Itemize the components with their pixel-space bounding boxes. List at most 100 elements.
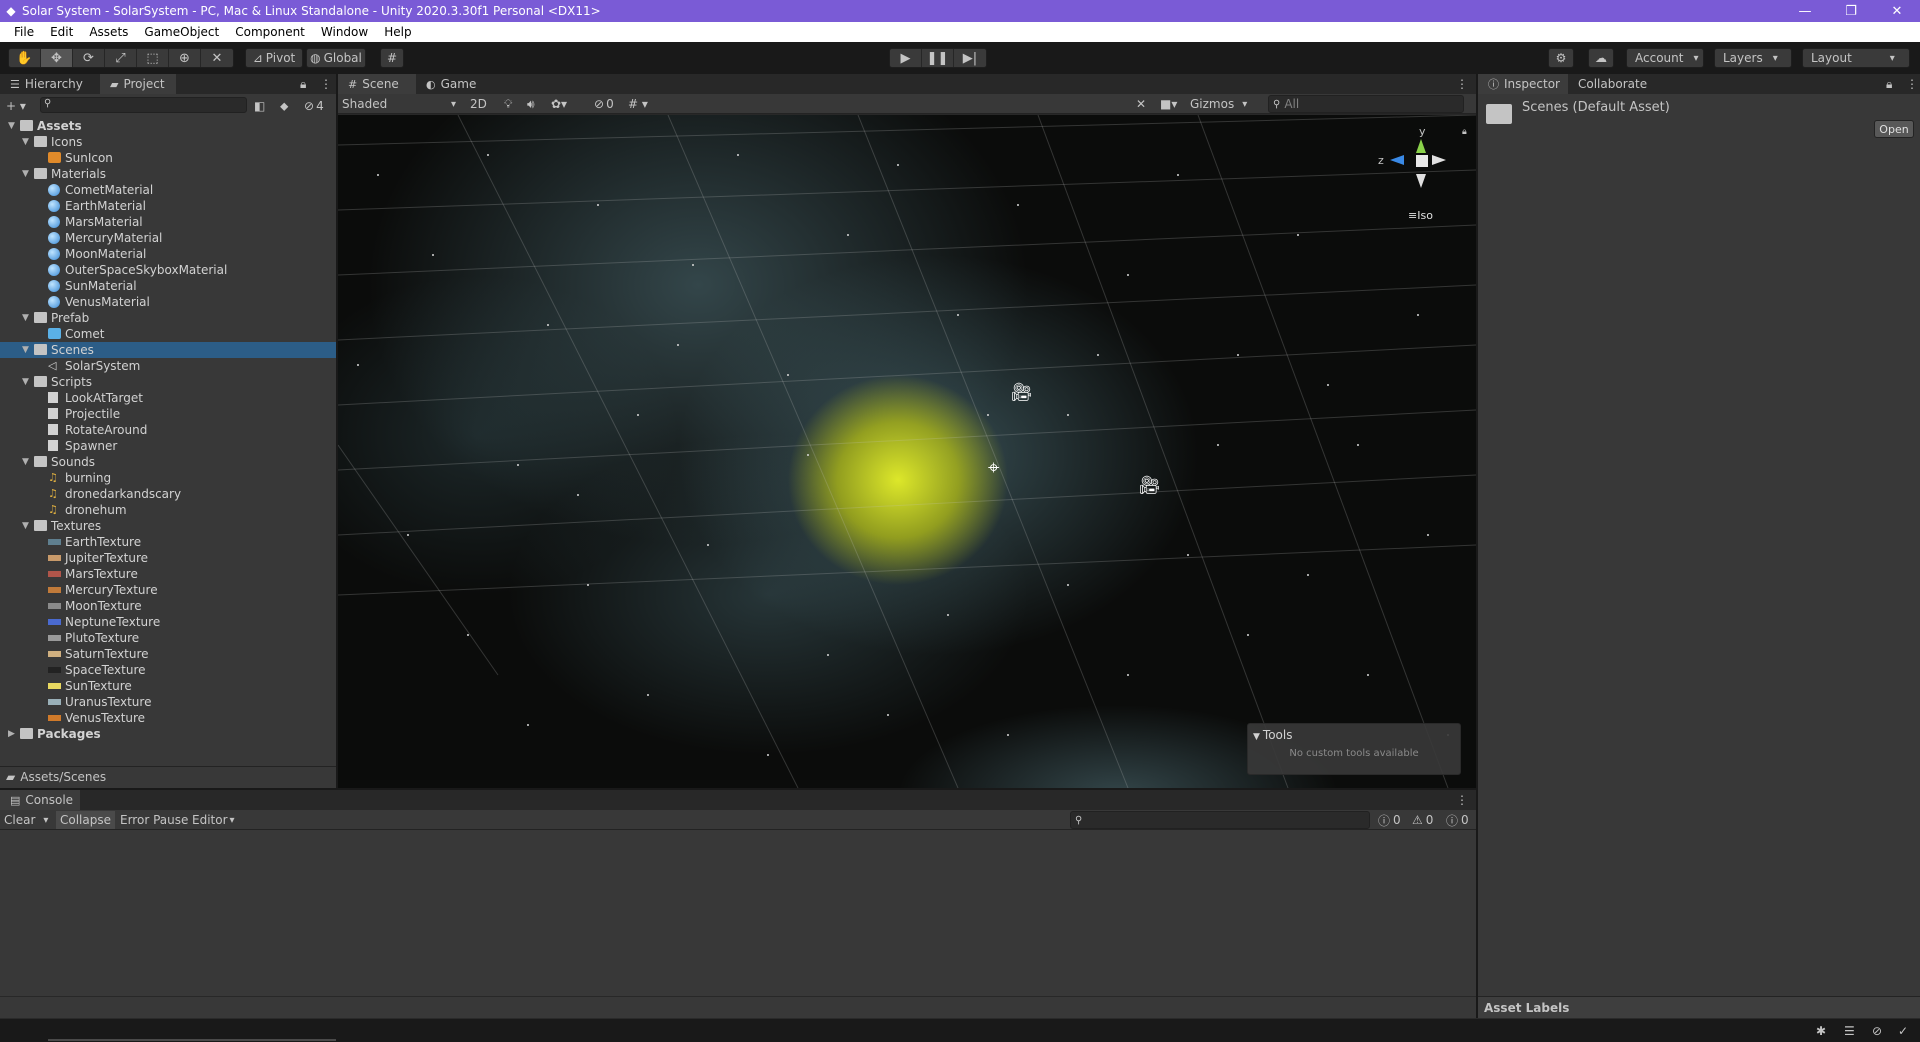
project-tree-item[interactable]: LookAtTarget [0,390,336,406]
collapse-toggle[interactable]: Collapse [56,811,115,829]
lock-icon[interactable]: 🔒︎ [1886,75,1892,93]
custom-tool-icon[interactable]: ✕ [201,49,233,67]
project-tree-item[interactable]: ♫ dronehum [0,502,336,518]
lighting-icon[interactable]: 💡︎ [504,95,512,113]
clear-button[interactable]: Clear ▾ [4,811,48,829]
project-tree-item[interactable]: MoonTexture [0,598,336,614]
rotate-tool-icon[interactable]: ⟳ [73,49,105,67]
project-tree-item[interactable]: EarthTexture [0,534,336,550]
error-pause-toggle[interactable]: Error Pause [120,811,188,829]
menu-edit[interactable]: Edit [42,22,81,42]
check-icon[interactable]: ✓ [1898,1022,1908,1040]
tab-project[interactable]: ▰ Project [100,74,176,94]
grid-icon[interactable]: # ▾ [628,95,648,113]
gizmo-lock-icon[interactable]: 🔒︎ [1462,127,1467,137]
tab-game[interactable]: ◐ Game [416,74,486,94]
panel-menu-icon[interactable]: ⋮ [1906,75,1918,93]
database-icon[interactable]: ☰ [1844,1022,1855,1040]
project-tree-item[interactable]: EarthMaterial [0,198,336,214]
project-tree-item[interactable]: ♫ dronedarkandscary [0,486,336,502]
project-tree-item[interactable]: Projectile [0,406,336,422]
project-search-input[interactable]: ⚲ [40,97,247,113]
project-tree-item[interactable]: SaturnTexture [0,646,336,662]
project-tree-item[interactable]: MercuryMaterial [0,230,336,246]
expand-arrow-icon[interactable]: ▼ [22,134,29,150]
shading-dropdown[interactable]: Shaded ▾ [342,95,460,113]
project-tree-item[interactable]: ▶ Packages [0,726,336,742]
tab-inspector[interactable]: ⓘ Inspector [1478,74,1568,94]
menu-component[interactable]: Component [227,22,313,42]
rect-tool-icon[interactable]: ⬚ [137,49,169,67]
menu-window[interactable]: Window [313,22,376,42]
layout-dropdown[interactable]: Layout [1802,48,1910,68]
project-tree-item[interactable]: SpaceTexture [0,662,336,678]
audio-icon[interactable]: 🔊︎ [527,95,535,113]
project-tree-item[interactable]: PlutoTexture [0,630,336,646]
expand-arrow-icon[interactable]: ▼ [8,118,15,134]
asset-labels-bar[interactable]: Asset Labels [1478,996,1920,1018]
warning-filter-toggle[interactable]: ⚠ 0 [1412,811,1433,829]
step-icon[interactable]: ▶| [954,49,986,67]
scene-menu-icon[interactable]: ⋮ [1456,75,1468,93]
hand-tool-icon[interactable]: ✋ [9,49,41,67]
project-tree-item[interactable]: ▼ Materials [0,166,336,182]
search-by-type-icon[interactable]: ◧ [254,97,265,115]
project-tree-item[interactable]: Spawner [0,438,336,454]
tab-console[interactable]: ▤ Console [0,790,80,810]
camera-gizmo-icon[interactable]: 🎥︎ [1010,382,1033,403]
move-tool-icon[interactable]: ✥ [41,49,73,67]
light-gizmo-icon[interactable]: ⌖ [988,455,999,479]
expand-arrow-icon[interactable]: ▼ [22,342,29,358]
project-tree-item[interactable]: ▼ Assets [0,118,336,134]
project-tree-item[interactable]: ▼ Scenes [0,342,336,358]
console-divider[interactable] [0,996,1476,997]
project-tree-item[interactable]: ▼ Textures [0,518,336,534]
menu-help[interactable]: Help [376,22,419,42]
scene-visibility-toggle[interactable]: ⊘ 0 [594,95,614,113]
project-tree-item[interactable]: MarsTexture [0,566,336,582]
minimize-button[interactable]: — [1782,0,1828,22]
services-button[interactable]: ⚙ [1548,48,1574,68]
expand-arrow-icon[interactable]: ▼ [22,166,29,182]
panel-menu-icon[interactable]: ⋮ [320,75,332,93]
open-button[interactable]: Open [1874,120,1914,138]
project-tree-item[interactable]: NeptuneTexture [0,614,336,630]
global-toggle[interactable]: ◍ Global [306,48,366,68]
error-filter-toggle[interactable]: ⓘ 0 [1446,811,1469,829]
collapse-arrow-icon[interactable]: ▶ [8,726,15,742]
console-log-area[interactable] [0,831,1476,1018]
gizmos-dropdown[interactable]: Gizmos ▾ [1190,95,1247,113]
camera-icon[interactable]: ■▾ [1160,95,1177,113]
tab-collaborate[interactable]: Collaborate [1568,74,1658,94]
search-by-label-icon[interactable]: ⬥ [280,97,288,115]
project-tree-item[interactable]: CometMaterial [0,182,336,198]
pause-icon[interactable]: ❚❚ [922,49,954,67]
effects-icon[interactable]: ✿▾ [551,95,567,113]
info-filter-toggle[interactable]: ⓘ 0 [1378,811,1401,829]
tools-overlay-header[interactable]: ▼ Tools [1253,728,1292,742]
cloud-button[interactable]: ☁ [1588,48,1614,68]
bug-icon[interactable]: ✱ [1816,1022,1826,1040]
scene-viewport[interactable]: 🎥︎ 🎥︎ ⌖ y z 🔒︎ ≡Iso ▼ Tools No custom too… [338,115,1476,788]
project-tree-item[interactable]: UranusTexture [0,694,336,710]
project-tree-item[interactable]: SunMaterial [0,278,336,294]
expand-arrow-icon[interactable]: ▼ [22,310,29,326]
project-tree-item[interactable]: ▼ Icons [0,134,336,150]
create-button[interactable]: + ▾ [6,97,26,115]
editor-dropdown[interactable]: Editor ▾ [192,811,235,829]
project-tree-item[interactable]: OuterSpaceSkyboxMaterial [0,262,336,278]
project-tree-item[interactable]: Comet [0,326,336,342]
scene-search-input[interactable]: ⚲ All [1268,95,1464,113]
menu-assets[interactable]: Assets [81,22,136,42]
grid-snap-button[interactable]: # [380,48,404,68]
tab-scene[interactable]: # Scene [338,74,416,94]
project-tree-item[interactable]: MoonMaterial [0,246,336,262]
project-tree-item[interactable]: ◁ SolarSystem [0,358,336,374]
projection-toggle[interactable]: ≡Iso [1408,209,1433,222]
lock-icon[interactable]: 🔒︎ [300,75,306,93]
play-icon[interactable]: ▶ [890,49,922,67]
project-tree-item[interactable]: ▼ Prefab [0,310,336,326]
project-tree-item[interactable]: SunIcon [0,150,336,166]
project-tree-item[interactable]: JupiterTexture [0,550,336,566]
expand-arrow-icon[interactable]: ▼ [22,374,29,390]
